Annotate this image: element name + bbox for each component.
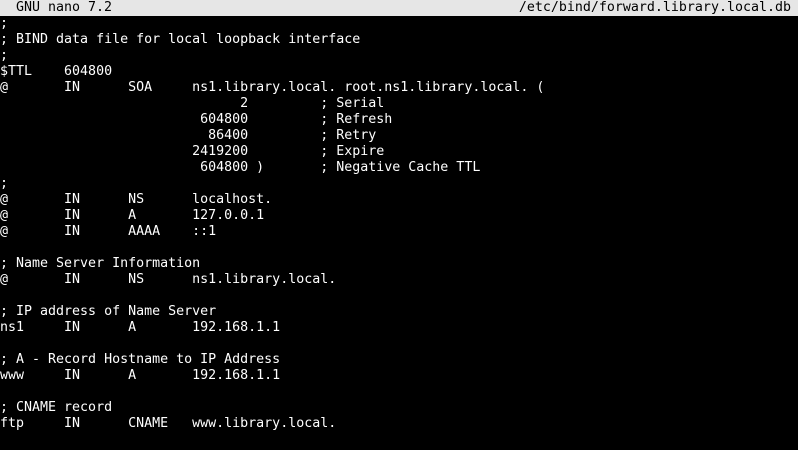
editor-text-area[interactable]: ; ; BIND data file for local loopback in… [0,16,798,450]
editor-line[interactable]: ; IP address of Name Server [0,304,798,320]
editor-line[interactable]: @ IN SOA ns1.library.local. root.ns1.lib… [0,80,798,96]
editor-line[interactable]: @ IN NS ns1.library.local. [0,272,798,288]
editor-line[interactable]: @ IN AAAA ::1 [0,224,798,240]
editor-line[interactable] [0,432,798,448]
editor-line[interactable]: ; [0,16,798,32]
editor-line[interactable]: ; BIND data file for local loopback inte… [0,32,798,48]
editor-line[interactable]: ; A - Record Hostname to IP Address [0,352,798,368]
editor-line[interactable]: @ IN A 127.0.0.1 [0,208,798,224]
file-path: /etc/bind/forward.library.local.db [518,0,791,15]
editor-line[interactable]: 604800 ; Refresh [0,112,798,128]
editor-line[interactable]: 604800 ) ; Negative Cache TTL [0,160,798,176]
editor-line[interactable]: 2419200 ; Expire [0,144,798,160]
editor-line[interactable]: ; Name Server Information [0,256,798,272]
editor-line[interactable]: $TTL 604800 [0,64,798,80]
editor-line[interactable] [0,240,798,256]
editor-line[interactable]: 86400 ; Retry [0,128,798,144]
editor-line[interactable]: www IN A 192.168.1.1 [0,368,798,384]
editor-line[interactable]: ; [0,176,798,192]
editor-line[interactable] [0,384,798,400]
app-name: GNU nano 7.2 [16,0,113,15]
editor-line[interactable] [0,336,798,352]
editor-line[interactable]: ; [0,48,798,64]
editor-line[interactable]: 2 ; Serial [0,96,798,112]
editor-line[interactable]: ns1 IN A 192.168.1.1 [0,320,798,336]
editor-line[interactable]: ; CNAME record [0,400,798,416]
editor-line[interactable] [0,288,798,304]
nano-title-bar: GNU nano 7.2 /etc/bind/forward.library.l… [0,0,798,16]
editor-line[interactable]: ftp IN CNAME www.library.local. [0,416,798,432]
editor-line[interactable]: @ IN NS localhost. [0,192,798,208]
